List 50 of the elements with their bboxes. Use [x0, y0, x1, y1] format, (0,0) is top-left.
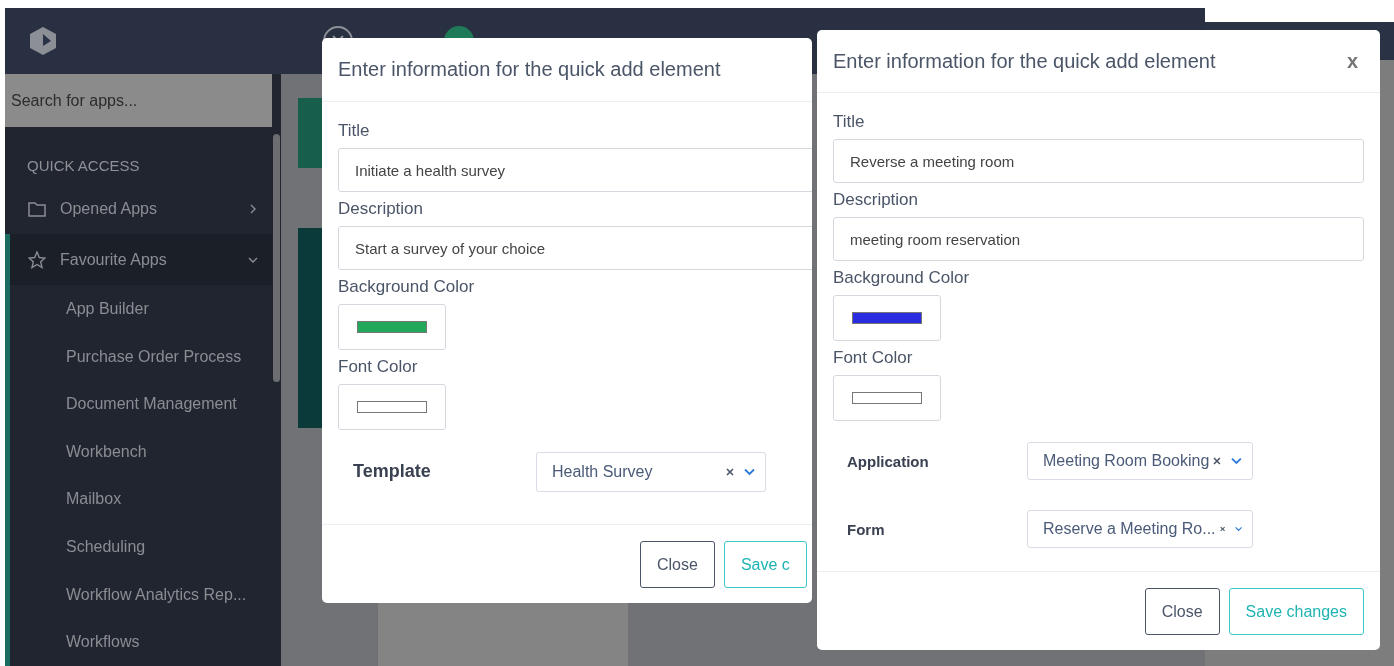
select-field[interactable]: Health Survey — [536, 451, 766, 492]
sidebar-item[interactable]: Favourite Apps — [5, 234, 272, 285]
sidebar-item[interactable]: Document Management — [5, 380, 272, 428]
select-field[interactable]: Meeting Room Booking — [1027, 442, 1253, 480]
field-label: Background Color — [833, 267, 971, 289]
field-label: Background Color — [338, 276, 476, 298]
star-icon — [28, 250, 46, 269]
clear-icon[interactable] — [1219, 525, 1225, 533]
field-label: Font Color — [338, 356, 419, 378]
chevron-down-icon[interactable] — [744, 467, 755, 476]
field-label: Description — [833, 189, 920, 211]
field-label: Template — [353, 461, 432, 482]
clear-icon[interactable] — [726, 467, 734, 476]
folder-icon — [28, 200, 46, 217]
text-field[interactable]: Reverse a meeting room — [833, 139, 1364, 183]
dialog-title: Enter information for the quick add element — [833, 49, 1216, 73]
color-picker[interactable] — [338, 384, 446, 430]
chevron-right-icon — [248, 203, 258, 214]
text-field[interactable]: Start a survey of your choice — [338, 226, 812, 270]
text-field[interactable]: Initiate a health survey — [338, 148, 812, 192]
color-picker[interactable] — [338, 304, 446, 350]
field-label: Title — [338, 120, 371, 142]
sidebar-item[interactable]: Scheduling — [5, 522, 272, 571]
field-label: Title — [833, 111, 866, 133]
search-field[interactable]: Search for apps... — [5, 74, 272, 127]
field-label: Form — [847, 520, 886, 538]
select-field[interactable]: Reserve a Meeting Ro... — [1027, 510, 1253, 548]
clear-icon[interactable] — [1213, 457, 1222, 465]
sidebar-item[interactable]: Mailbox — [5, 475, 272, 523]
field-label: Application — [847, 452, 930, 470]
sidebar-item[interactable]: Opened Apps — [5, 183, 272, 234]
sidebar-item[interactable]: Workflows — [5, 618, 272, 666]
chevron-down-icon[interactable] — [1234, 525, 1242, 533]
sidebar-item[interactable]: Workflow Analytics Rep... — [5, 570, 272, 619]
dialog-button[interactable]: Close — [640, 541, 715, 588]
chevron-down-icon[interactable] — [1231, 457, 1242, 465]
color-picker[interactable] — [833, 375, 941, 421]
sidebar-item[interactable]: Workbench — [5, 427, 272, 476]
section-heading: QUICK ACCESS — [26, 156, 141, 176]
field-label: Font Color — [833, 347, 914, 369]
scrollbar-thumb[interactable] — [273, 134, 280, 382]
cube-logo-icon — [27, 25, 59, 57]
color-picker[interactable] — [833, 295, 941, 341]
text-field[interactable]: meeting room reservation — [833, 217, 1364, 261]
field-label: Description — [338, 198, 425, 220]
dialog-title: Enter information for the quick add element — [338, 58, 721, 81]
dialog-button[interactable]: Save changes — [1228, 588, 1364, 635]
dismiss-x-button[interactable]: x — [1342, 49, 1362, 73]
dialog-button[interactable]: Close — [1144, 588, 1220, 635]
dialog-button[interactable]: Save c — [723, 541, 807, 588]
